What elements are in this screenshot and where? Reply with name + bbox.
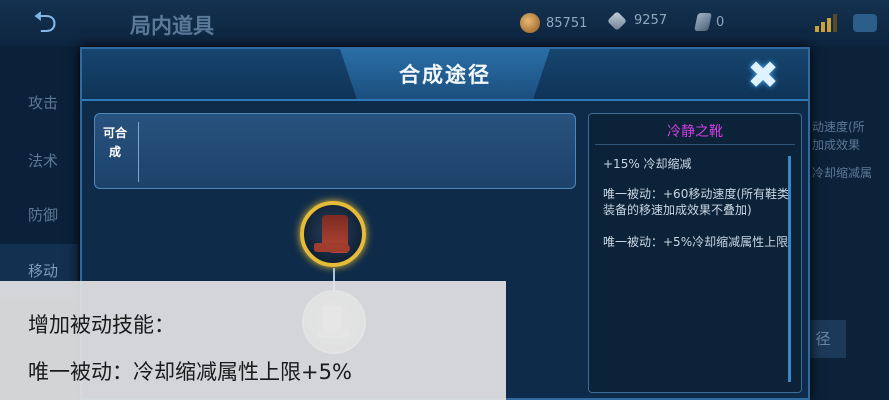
gold-coin-icon — [520, 13, 540, 33]
coupon-counter: 0 — [694, 13, 725, 31]
diamond-icon — [607, 10, 627, 31]
diamond-counter: 9257 — [606, 10, 668, 31]
gold-counter: 85751 — [520, 13, 587, 33]
signal-icon — [815, 14, 837, 32]
boot-icon[interactable] — [300, 201, 366, 267]
caption-line-2: 唯一被动：冷却缩减属性上限+5% — [28, 360, 352, 384]
diamond-amount: 9257 — [634, 13, 668, 28]
craftable-label: 可合成 — [103, 126, 128, 159]
gold-amount: 85751 — [546, 15, 588, 31]
sidebar-item-attack[interactable]: 攻击 — [0, 76, 78, 130]
close-icon[interactable]: ✖ — [742, 55, 784, 95]
item-name: 冷静之靴 — [667, 124, 723, 140]
sidebar-item-magic[interactable]: 法术 — [0, 134, 78, 188]
back-arrow-icon[interactable]: ⮌ — [14, 6, 76, 40]
divider — [595, 144, 795, 145]
caption-line-1: 增加被动技能： — [28, 313, 175, 337]
coupon-icon — [694, 13, 712, 31]
sidebar-item-defense[interactable]: 防御 — [0, 188, 78, 242]
boot-toe — [314, 243, 350, 252]
item-passive-1: 唯一被动：+60移动速度(所有鞋类装备的移速加成效果不叠加) — [603, 187, 790, 217]
background-text: 冷却缩减属 — [812, 166, 873, 180]
background-text: 加成效果 — [812, 138, 861, 152]
craftable-items-bar: 可合成 — [94, 113, 576, 189]
chat-icon[interactable] — [853, 14, 877, 32]
item-info-panel: 冷静之靴 +15% 冷却缩减 唯一被动：+60移动速度(所有鞋类装备的移速加成效… — [588, 113, 802, 393]
background-text: 动速度(所 — [812, 120, 865, 134]
dialog-title: 合成途径 — [399, 63, 491, 87]
page-title: 局内道具 — [130, 14, 214, 38]
coupon-amount: 0 — [716, 14, 725, 30]
caption-overlay: 增加被动技能： 唯一被动：冷却缩减属性上限+5% — [0, 281, 506, 400]
divider — [138, 122, 139, 182]
item-passive-2: 唯一被动：+5%冷却缩减属性上限 — [603, 235, 789, 249]
item-stat: +15% 冷却缩减 — [603, 157, 692, 171]
